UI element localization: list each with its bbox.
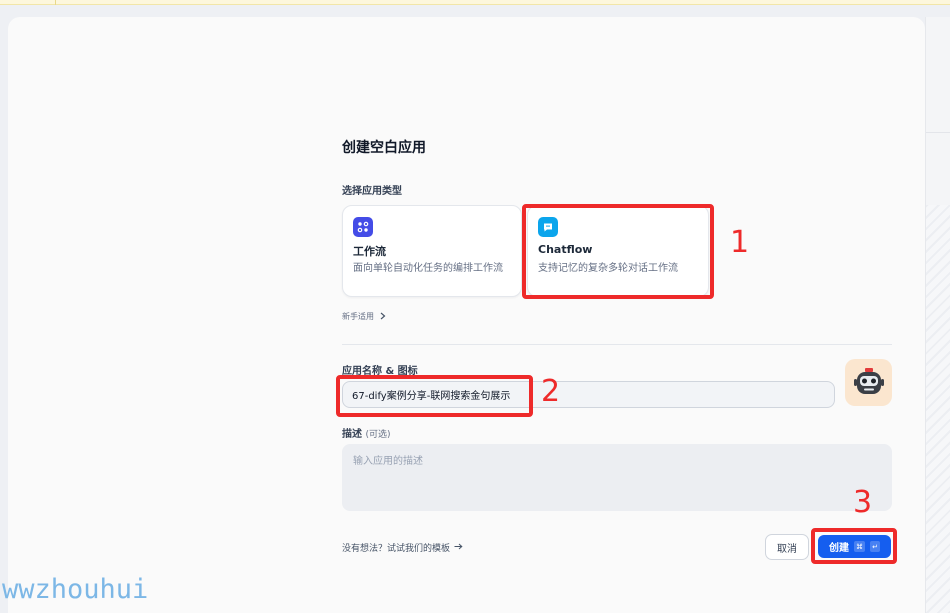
chevron-right-icon [380, 312, 386, 322]
app-type-name: 工作流 [353, 245, 386, 258]
app-type-description: 面向单轮自动化任务的编排工作流 [353, 263, 503, 274]
description-input[interactable] [342, 444, 892, 511]
description-label: 描述 (可选) [342, 429, 391, 440]
template-link-label: 没有想法？试试我们的模板 [342, 544, 451, 554]
beginner-toggle[interactable]: 新手适用 [342, 311, 386, 322]
app-type-workflow-card[interactable]: 工作流 面向单轮自动化任务的编排工作流 [342, 205, 522, 297]
top-notice-bar [0, 0, 950, 5]
right-side-panel [925, 17, 950, 613]
annotation-number-1: 1 [730, 225, 750, 260]
cancel-button[interactable]: 取消 [765, 534, 809, 560]
robot-icon [853, 367, 884, 394]
annotation-box-1 [522, 204, 714, 299]
workflow-icon [353, 217, 373, 237]
annotation-box-2 [336, 375, 533, 417]
create-app-panel [8, 17, 925, 613]
app-icon-picker[interactable] [845, 359, 892, 406]
app-type-label: 选择应用类型 [342, 186, 402, 197]
template-link[interactable]: 没有想法？试试我们的模板 [342, 541, 463, 554]
watermark-text: wwzhouhui [2, 574, 149, 605]
annotation-number-2: 2 [541, 374, 561, 409]
annotation-number-3: 3 [853, 485, 873, 520]
annotation-box-3 [811, 528, 897, 564]
section-divider [342, 344, 892, 345]
page-title: 创建空白应用 [342, 140, 426, 156]
beginner-label: 新手适用 [342, 312, 374, 321]
optional-hint: (可选) [365, 430, 391, 440]
arrow-right-icon [454, 543, 463, 553]
